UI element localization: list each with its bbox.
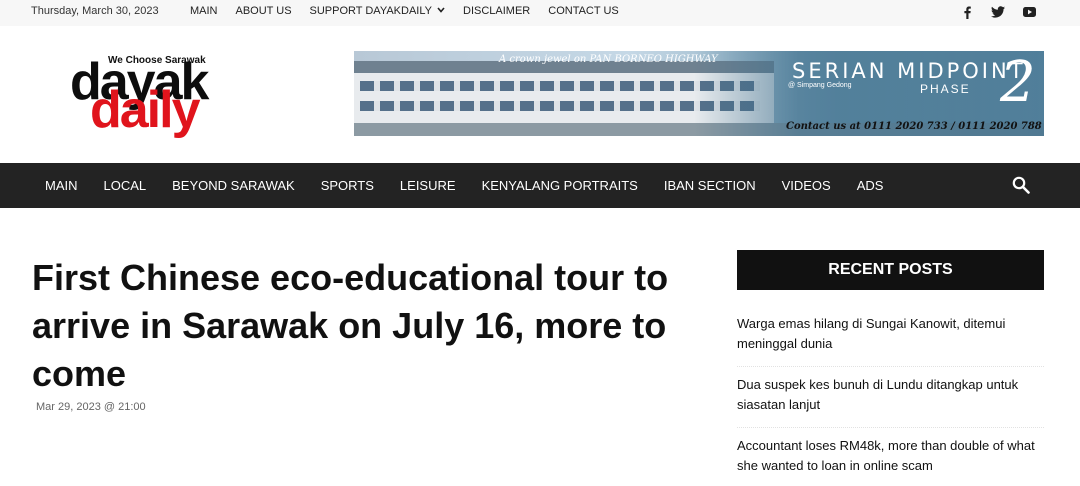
main-nav-leisure[interactable]: LEISURE — [400, 178, 456, 193]
top-nav-disclaimer[interactable]: DISCLAIMER — [463, 5, 530, 17]
recent-posts-heading: RECENT POSTS — [737, 250, 1044, 290]
site-logo[interactable]: We Choose Sarawak dayak daily — [70, 52, 250, 136]
top-nav-label: CONTACT US — [548, 5, 619, 17]
top-nav-label: MAIN — [190, 5, 218, 17]
main-nav-sports[interactable]: SPORTS — [321, 178, 374, 193]
top-nav-contact-us[interactable]: CONTACT US — [548, 5, 619, 17]
facebook-icon[interactable] — [960, 5, 974, 19]
top-nav-support-dayakdaily[interactable]: SUPPORT DAYAKDAILY — [310, 5, 445, 17]
youtube-icon[interactable] — [1022, 5, 1036, 19]
main-nav-videos[interactable]: VIDEOS — [782, 178, 831, 193]
top-nav-label: ABOUT US — [235, 5, 292, 17]
banner-crown-text: A crown jewel on PAN BORNEO HIGHWAY — [499, 54, 718, 65]
chevron-down-icon — [437, 6, 445, 15]
banner-title: SERIAN MIDPOINT — [792, 59, 1026, 83]
recent-posts-list: Warga emas hilang di Sungai Kanowit, dit… — [737, 306, 1044, 486]
main-nav-local[interactable]: LOCAL — [104, 178, 147, 193]
main-nav-beyond-sarawak[interactable]: BEYOND SARAWAK — [172, 178, 295, 193]
banner-subtitle: @ Simpang Gedong — [788, 82, 852, 89]
advertisement-banner[interactable]: A crown jewel on PAN BORNEO HIGHWAY SERI… — [354, 51, 1044, 136]
top-bar: Thursday, March 30, 2023 MAIN ABOUT US S… — [0, 0, 1080, 26]
banner-contact: Contact us at 0111 2020 733 / 0111 2020 … — [786, 121, 1042, 132]
main-nav: MAIN LOCAL BEYOND SARAWAK SPORTS LEISURE… — [0, 163, 1080, 208]
logo-word-daily: daily — [90, 81, 200, 139]
search-icon[interactable] — [1012, 176, 1030, 194]
top-nav-main[interactable]: MAIN — [190, 5, 218, 17]
main-nav-main[interactable]: MAIN — [45, 178, 78, 193]
main-nav-ads[interactable]: ADS — [857, 178, 884, 193]
recent-post-link[interactable]: Dua suspek kes bunuh di Lundu ditangkap … — [737, 367, 1044, 428]
main-nav-iban-section[interactable]: IBAN SECTION — [664, 178, 756, 193]
current-date: Thursday, March 30, 2023 — [31, 5, 159, 17]
top-nav-label: DISCLAIMER — [463, 5, 531, 17]
twitter-icon[interactable] — [991, 5, 1005, 19]
top-nav-label: SUPPORT DAYAKDAILY — [309, 5, 432, 17]
top-nav: MAIN ABOUT US SUPPORT DAYAKDAILY DISCLAI… — [190, 5, 637, 17]
article-date: Mar 29, 2023 @ 21:00 — [36, 401, 146, 413]
recent-post-link[interactable]: Accountant loses RM48k, more than double… — [737, 428, 1044, 486]
article-title: First Chinese eco-educational tour to ar… — [32, 257, 669, 394]
site-header: We Choose Sarawak dayak daily A crown je… — [0, 26, 1080, 163]
recent-posts-heading-text: RECENT POSTS — [828, 261, 953, 278]
banner-phase-number: 2 — [1000, 51, 1036, 115]
main-nav-links: MAIN LOCAL BEYOND SARAWAK SPORTS LEISURE… — [45, 163, 909, 208]
top-nav-about-us[interactable]: ABOUT US — [236, 5, 292, 17]
social-links — [960, 5, 1036, 19]
banner-phase: PHASE — [920, 82, 971, 96]
recent-post-link[interactable]: Warga emas hilang di Sungai Kanowit, dit… — [737, 306, 1044, 367]
main-nav-kenyalang-portraits[interactable]: KENYALANG PORTRAITS — [482, 178, 638, 193]
